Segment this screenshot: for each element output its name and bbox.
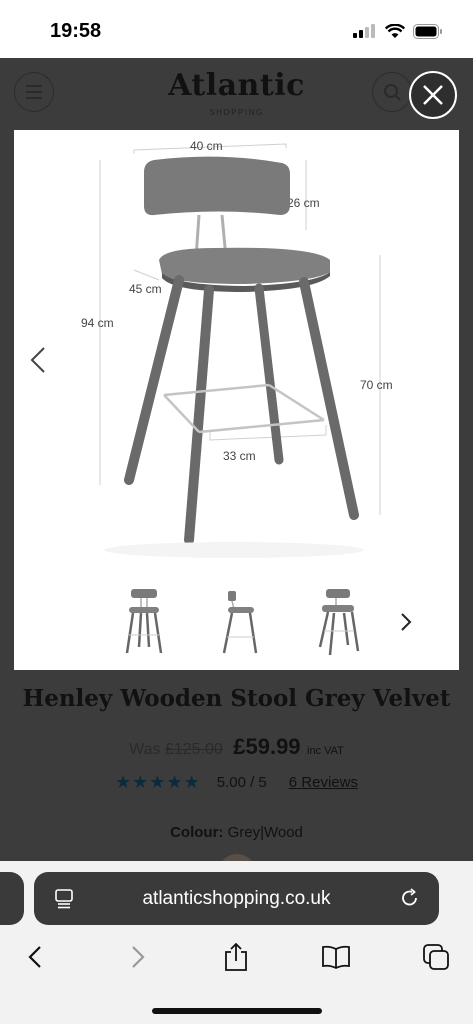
next-thumbnails-button[interactable] (396, 610, 416, 634)
rating-value: 5.00 / 5 (216, 774, 267, 791)
was-price: £125.00 (164, 741, 223, 758)
status-time: 19:58 (50, 20, 102, 42)
previous-image-button[interactable] (26, 340, 50, 380)
chevron-right-icon (401, 613, 412, 631)
colour-row: Colour: Grey|Wood (0, 824, 473, 841)
reload-icon[interactable] (399, 887, 421, 909)
thumbnail-angle[interactable] (312, 585, 362, 657)
home-indicator[interactable] (152, 1008, 322, 1014)
book-icon (322, 945, 350, 970)
chevron-left-icon (30, 347, 45, 373)
dim-seat-depth-label: 45 cm (129, 282, 162, 296)
product-gallery: 40 cm 26 cm 45 cm 94 cm 70 cm 33 cm (14, 130, 459, 670)
thumbnail-front[interactable] (119, 585, 169, 657)
colour-value: Grey|Wood (227, 824, 303, 841)
was-label: Was (129, 741, 161, 758)
tabs-icon (423, 944, 449, 970)
chevron-left-icon (28, 946, 41, 968)
status-bar: 19:58 (0, 0, 473, 58)
dim-total-height-label: 94 cm (81, 316, 114, 330)
address-bar[interactable]: atlanticshopping.co.uk (34, 872, 439, 925)
battery-icon (413, 23, 442, 39)
price-row: Was £125.00 £59.99 inc VAT (0, 734, 473, 760)
current-price: £59.99 (233, 734, 301, 759)
bookmarks-button[interactable] (318, 939, 354, 975)
dim-footrest-label: 33 cm (223, 449, 256, 463)
colour-label: Colour: (170, 824, 224, 841)
site-header: Atlantic SHOPPING (0, 58, 473, 128)
website-content: Atlantic SHOPPING 40 cm 26 cm 45 cm 94 c… (0, 58, 473, 874)
share-button[interactable] (218, 939, 254, 975)
rating-row: ★★★★★ 5.00 / 5 6 Reviews (0, 772, 473, 793)
product-title: Henley Wooden Stool Grey Velvet (22, 685, 451, 712)
search-button[interactable] (372, 72, 412, 112)
url-text: atlanticshopping.co.uk (142, 888, 331, 909)
tabs-button[interactable] (418, 939, 454, 975)
chevron-right-icon (132, 946, 145, 968)
inc-vat-label: inc VAT (307, 745, 344, 757)
forward-button[interactable] (119, 939, 155, 975)
search-icon (384, 84, 401, 101)
product-image-stool[interactable]: 40 cm 26 cm 45 cm 94 cm 70 cm 33 cm (14, 130, 459, 580)
thumbnail-side[interactable] (214, 585, 264, 657)
cellular-signal-icon (353, 24, 375, 38)
browser-bottom-bar: atlanticshopping.co.uk (0, 861, 473, 1024)
close-icon (423, 85, 443, 105)
wifi-icon (385, 23, 405, 38)
dim-back-height-label: 26 cm (287, 196, 320, 210)
share-icon (225, 942, 247, 971)
previous-tab-preview[interactable] (0, 872, 24, 925)
dim-width-label: 40 cm (190, 139, 223, 153)
status-icons (353, 21, 443, 41)
back-button[interactable] (18, 939, 54, 975)
star-rating-icon: ★★★★★ (115, 772, 201, 792)
close-gallery-button[interactable] (409, 71, 457, 119)
dim-seat-height-label: 70 cm (360, 378, 393, 392)
browser-toolbar (0, 939, 473, 979)
reviews-link[interactable]: 6 Reviews (289, 774, 358, 791)
